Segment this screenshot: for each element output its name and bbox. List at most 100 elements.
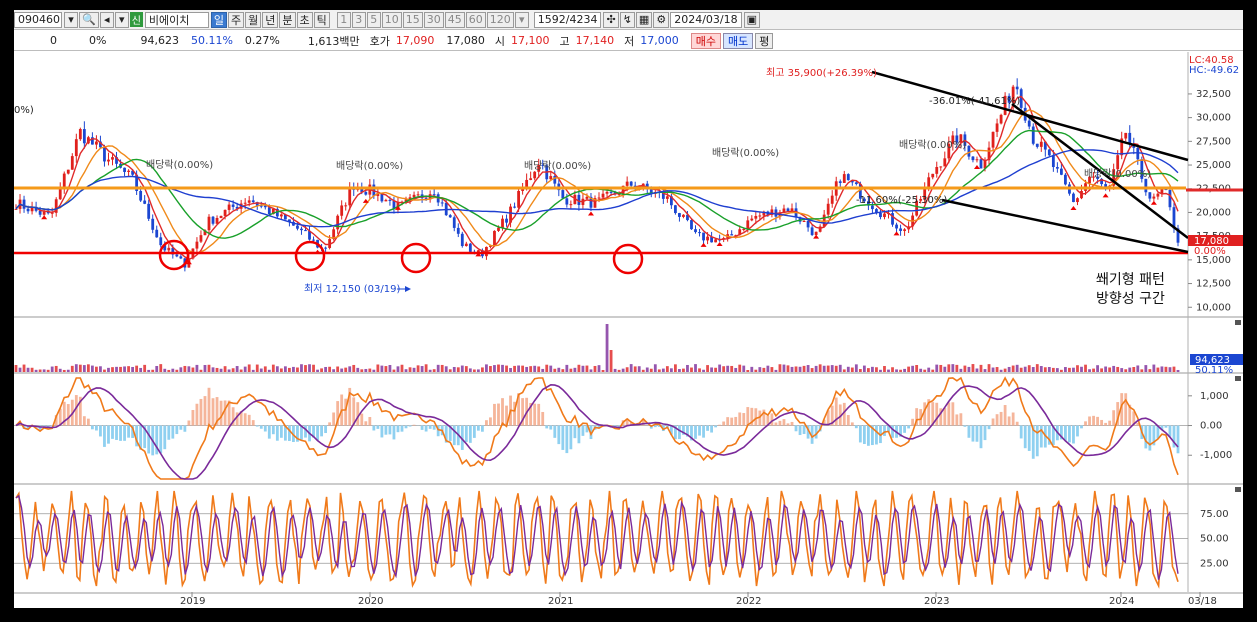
volume-bar — [42, 369, 46, 372]
volume-bar — [1007, 366, 1011, 372]
interval-button-10[interactable]: 10 — [381, 11, 402, 28]
osc-histogram-bar — [103, 425, 106, 447]
period-button-6[interactable]: 틱 — [313, 11, 330, 28]
date-field[interactable]: 2024/03/18 — [670, 11, 742, 28]
count-field[interactable]: 1592/4234 — [533, 11, 602, 28]
osc-histogram-bar — [1076, 425, 1079, 437]
osc-histogram-bar — [388, 425, 392, 435]
interval-button-60[interactable]: 60 — [465, 11, 486, 28]
osc-histogram-bar — [1112, 410, 1116, 426]
volume-bar — [420, 366, 424, 372]
period-button-5[interactable]: 초 — [296, 11, 313, 28]
osc-histogram-bar — [1027, 425, 1031, 451]
osc-histogram-bar — [794, 425, 798, 432]
volume-bar — [545, 364, 549, 372]
volume-bar — [227, 369, 231, 372]
osc-histogram-bar — [722, 421, 726, 426]
volume-bar — [1128, 367, 1132, 372]
volume-bar — [762, 367, 766, 372]
interval-button-30[interactable]: 30 — [423, 11, 444, 28]
volume-bar — [1108, 367, 1112, 372]
osc-histogram-bar — [485, 420, 488, 426]
volume-bar — [263, 366, 267, 372]
volume-bar — [436, 364, 440, 372]
candle-body — [1035, 143, 1039, 147]
period-button-0[interactable]: 일 — [210, 11, 228, 28]
candle-body — [730, 234, 734, 236]
candle-body — [939, 166, 943, 168]
interval-button-5[interactable]: 5 — [366, 11, 381, 28]
volume-bar — [279, 368, 283, 372]
search-icon[interactable]: 🔍 — [79, 11, 99, 28]
volume-bar — [1168, 367, 1172, 372]
volume-bar — [191, 367, 195, 372]
grid-icon[interactable]: ▦ — [635, 11, 653, 28]
candle-body — [1027, 120, 1031, 127]
volume-bar — [312, 364, 315, 372]
candle-body — [810, 227, 814, 235]
candle-body — [674, 205, 677, 214]
volume-bar — [243, 366, 247, 372]
code-dropdown-icon[interactable]: ▾ — [64, 11, 78, 28]
high-label: 고 — [559, 34, 570, 48]
pyeong-button[interactable]: 평 — [755, 32, 774, 49]
candle-body — [227, 204, 231, 210]
candle-body — [895, 224, 898, 229]
osc-histogram-bar — [702, 425, 705, 438]
osc-histogram-bar — [1068, 425, 1071, 443]
osc-histogram-bar — [1104, 422, 1108, 426]
stock-code-input[interactable]: 090460 — [14, 11, 62, 28]
osc-histogram-bar — [420, 425, 424, 430]
stoch-tick-label: 75.00 — [1200, 509, 1229, 520]
candle-body — [879, 212, 882, 218]
candle-body — [464, 243, 468, 247]
interval-button-15[interactable]: 15 — [402, 11, 423, 28]
trend-tool-icon[interactable]: ↯ — [619, 11, 635, 28]
period-button-1[interactable]: 주 — [228, 11, 245, 28]
stock-chart[interactable]: 32,50030,00027,50025,00022,50020,00017,5… — [14, 52, 1243, 608]
volume-bar — [553, 368, 557, 372]
candle-body — [74, 139, 78, 157]
volume-bar — [1080, 366, 1083, 372]
osc-histogram-bar — [1088, 416, 1091, 426]
candle-body — [991, 131, 995, 148]
interval-button-3[interactable]: 3 — [351, 11, 366, 28]
period-button-4[interactable]: 분 — [279, 11, 296, 28]
candle-body — [533, 171, 537, 179]
volume-bar — [336, 366, 340, 372]
volume-bar — [814, 365, 818, 372]
gear-icon[interactable]: ⚙ — [653, 11, 670, 28]
volume-bar — [396, 366, 400, 372]
osc-histogram-bar — [432, 425, 436, 430]
osc-histogram-bar — [1108, 420, 1112, 426]
osc-histogram-bar — [854, 425, 858, 429]
osc-histogram-bar — [211, 398, 215, 426]
candle-body — [665, 196, 669, 199]
period-button-3[interactable]: 년 — [262, 11, 279, 28]
interval-button-1[interactable]: 1 — [336, 11, 351, 28]
volume-bar — [476, 369, 480, 372]
interval-button-120[interactable]: 120 — [486, 11, 514, 28]
crosshair-icon[interactable]: ✣ — [603, 11, 619, 28]
interval-button-45[interactable]: 45 — [444, 11, 465, 28]
osc-histogram-bar — [1084, 421, 1087, 426]
pattern-label-2: 방향성 구간 — [1096, 291, 1165, 307]
arrow-down-icon[interactable]: ▾ — [114, 11, 129, 28]
interval-dropdown-icon[interactable]: ▾ — [514, 11, 529, 28]
period-button-2[interactable]: 월 — [245, 11, 262, 28]
candle-body — [207, 216, 211, 231]
volume-bar — [601, 369, 605, 372]
calendar-icon[interactable]: ▣ — [743, 11, 761, 28]
candle-body — [440, 202, 444, 204]
candle-body — [529, 178, 533, 180]
volume-bar — [143, 364, 147, 372]
sell-button[interactable]: 매도 — [722, 32, 754, 49]
volume-bar — [987, 364, 991, 372]
volume-bar — [50, 366, 54, 372]
change-value: 0 — [50, 34, 57, 47]
candle-body — [786, 208, 790, 212]
dividend-label-4: 배당락(0.00%) — [712, 147, 779, 159]
speaker-icon[interactable]: ◂ — [99, 11, 114, 28]
volume-bar — [826, 365, 830, 372]
buy-button[interactable]: 매수 — [690, 32, 721, 49]
